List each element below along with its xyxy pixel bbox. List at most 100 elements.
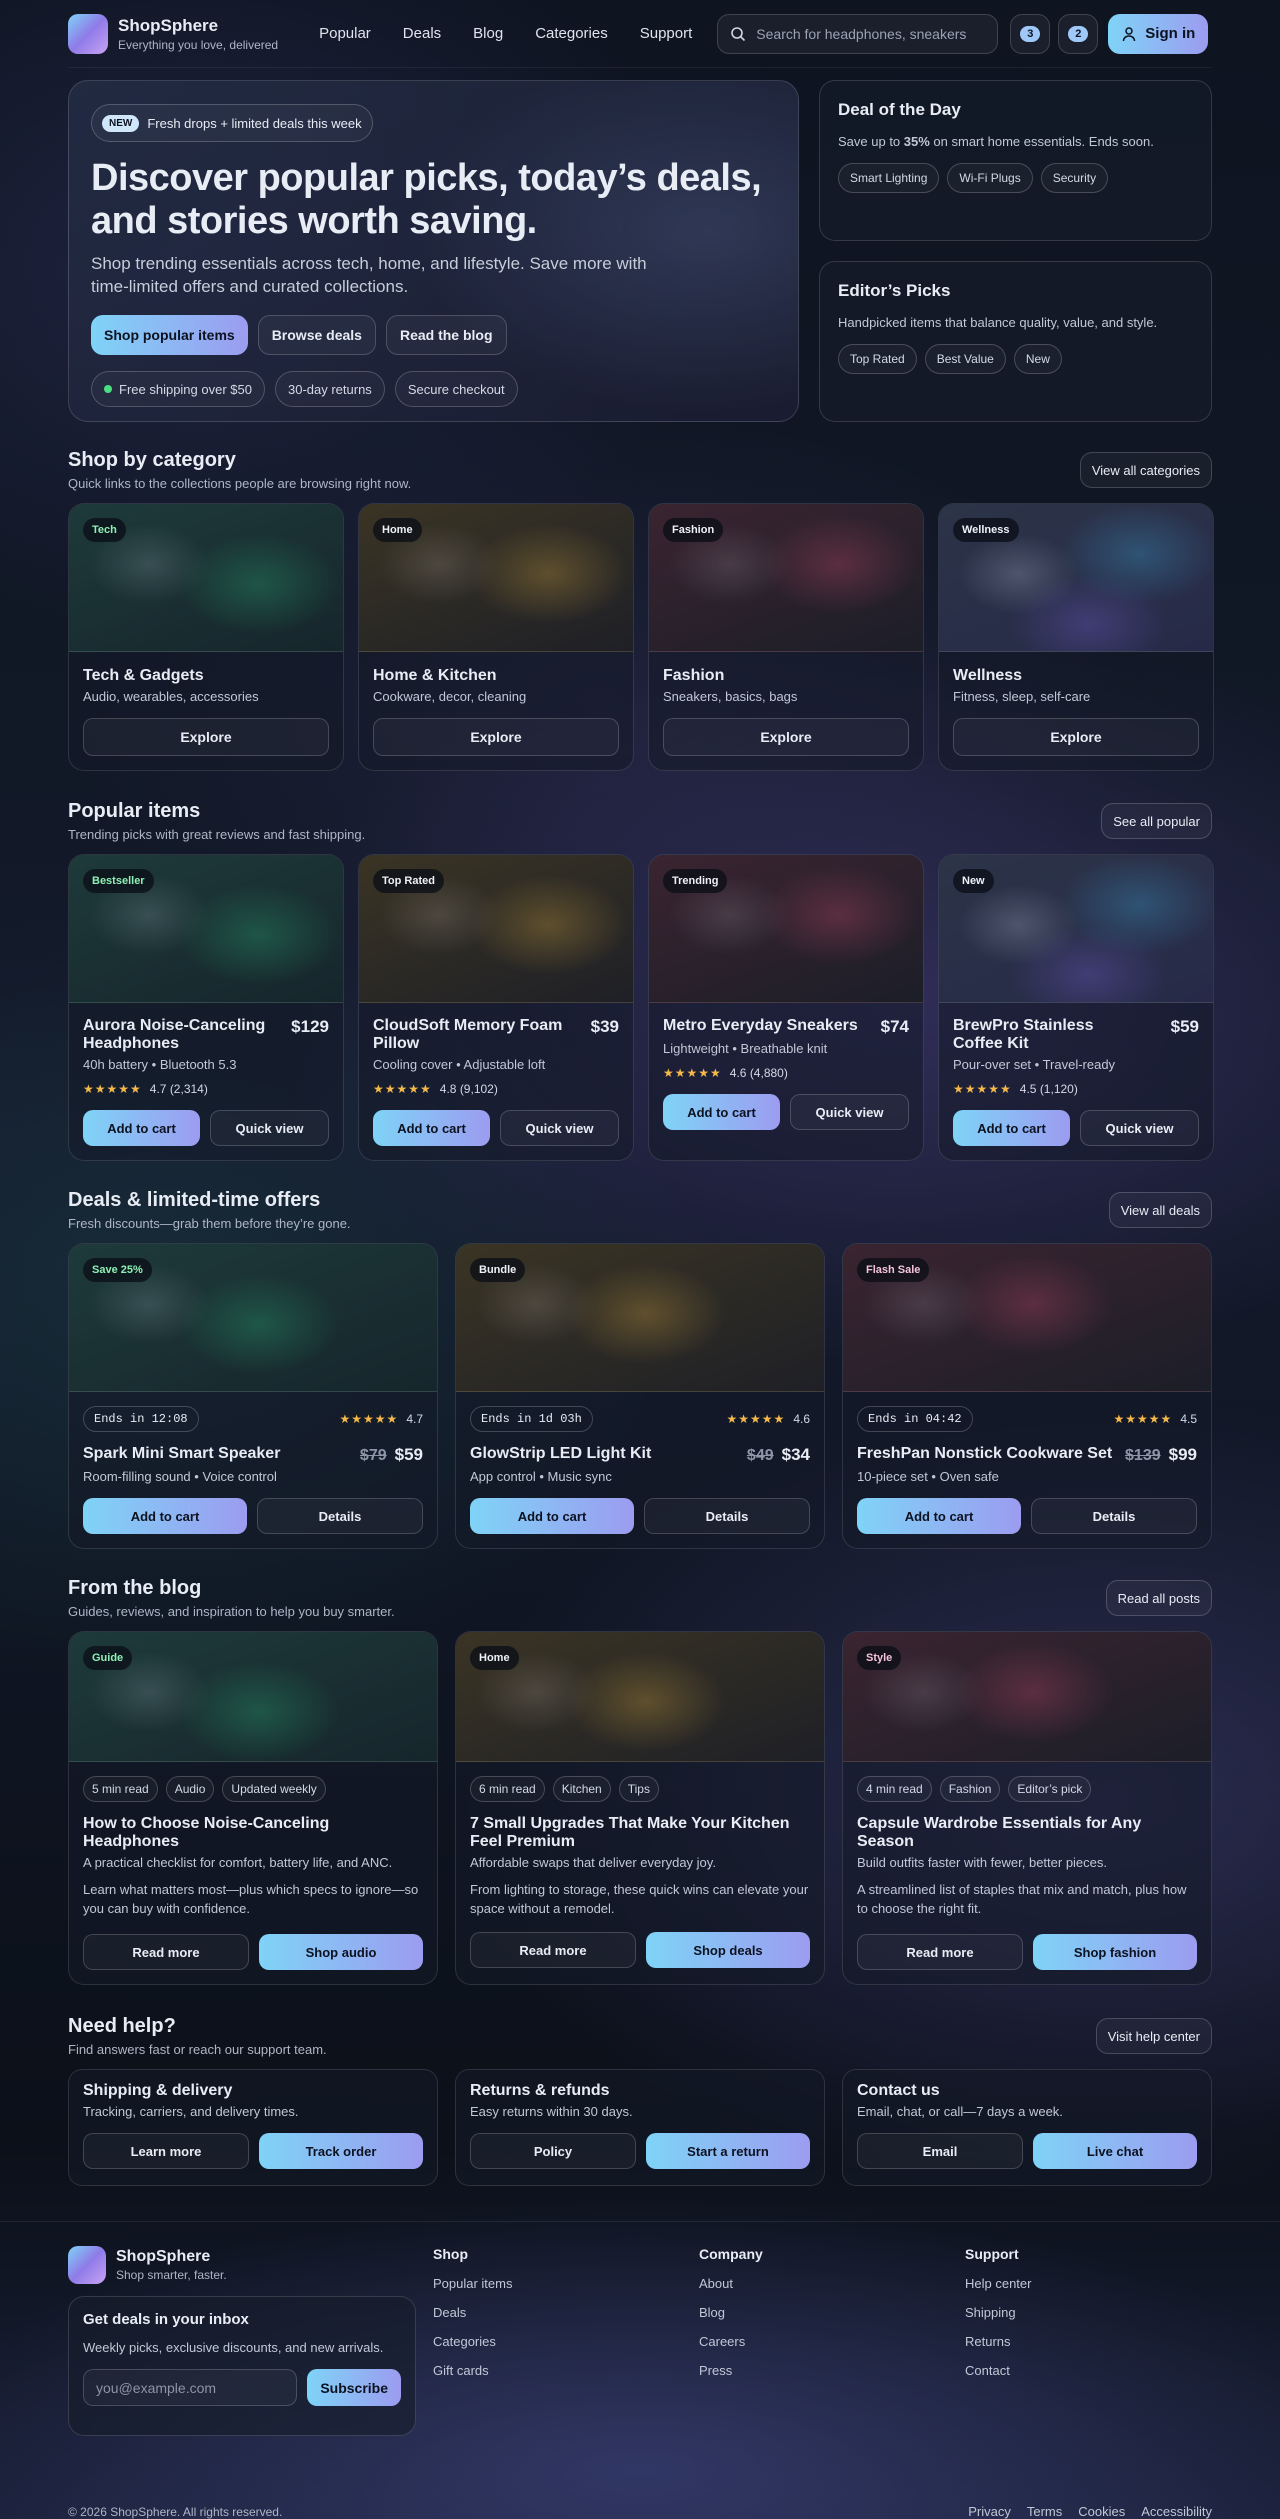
read-all-posts-button[interactable]: Read all posts (1105, 1580, 1212, 1616)
accessibility-link[interactable]: Accessibility (1141, 2504, 1212, 2519)
quick-view-button[interactable]: Quick view (210, 1110, 329, 1146)
explore-button[interactable]: Explore (953, 718, 1199, 756)
footer-link[interactable]: Shipping (965, 2305, 1031, 2320)
nav-deals[interactable]: Deals (403, 25, 441, 42)
brand[interactable]: ShopSphere Everything you love, delivere… (118, 16, 278, 52)
chip-top-rated[interactable]: Top Rated (838, 344, 917, 374)
category-card[interactable]: Home Home & Kitchen Cookware, decor, clean… (358, 503, 634, 771)
footer-link[interactable]: Press (699, 2363, 965, 2378)
new-badge: NEW (102, 114, 140, 132)
product-card[interactable]: Bestseller Aurora Noise-Canceling Headpho… (68, 854, 344, 1161)
footer-logo[interactable] (68, 2246, 106, 2284)
read-more-button[interactable]: Read more (83, 1934, 249, 1970)
footer-link[interactable]: Popular items (433, 2276, 699, 2291)
sign-in-button[interactable]: Sign in (1108, 13, 1209, 54)
explore-button[interactable]: Explore (83, 718, 329, 756)
add-to-cart-button[interactable]: Add to cart (470, 1498, 634, 1534)
learn-more-button[interactable]: Learn more (83, 2133, 249, 2169)
blog-title[interactable]: How to Choose Noise-Canceling Headphones (83, 1815, 423, 1851)
legal-links: Privacy Terms Cookies Accessibility (968, 2504, 1212, 2519)
shop-popular-button[interactable]: Shop popular items (91, 315, 248, 355)
newsletter-email-input[interactable] (83, 2369, 298, 2406)
wishlist-button[interactable]: 3 (1010, 13, 1051, 54)
add-to-cart-button[interactable]: Add to cart (857, 1498, 1021, 1534)
deal-card[interactable]: Flash Sale Ends in 04:42 ★★★★★ 4.5 FreshPan … (842, 1243, 1212, 1549)
blog-card[interactable]: Style 4 min read Fashion Editor’s pick Capsu… (842, 1631, 1212, 1985)
footer-link[interactable]: Help center (965, 2276, 1031, 2291)
shop-deals-button[interactable]: Shop deals (646, 1932, 810, 1968)
product-card[interactable]: New BrewPro Stainless Coffee Kit $59 Pour-o… (938, 854, 1214, 1161)
policy-button[interactable]: Policy (470, 2133, 636, 2169)
view-all-categories-button[interactable]: View all categories (1079, 452, 1212, 488)
footer-link[interactable]: Returns (965, 2334, 1031, 2349)
popular-section: Popular items Trending picks with great r… (68, 800, 1214, 1161)
read-more-button[interactable]: Read more (857, 1934, 1023, 1970)
brand-logo[interactable] (68, 13, 108, 54)
privacy-link[interactable]: Privacy (968, 2504, 1011, 2519)
blog-tag: Style (857, 1646, 902, 1670)
footer-link[interactable]: Blog (699, 2305, 965, 2320)
track-order-button[interactable]: Track order (259, 2133, 423, 2169)
cookies-link[interactable]: Cookies (1078, 2504, 1125, 2519)
footer-link[interactable]: Careers (699, 2334, 965, 2349)
details-button[interactable]: Details (1031, 1498, 1197, 1534)
explore-button[interactable]: Explore (373, 718, 619, 756)
chip-best-value[interactable]: Best Value (924, 344, 1006, 374)
quick-view-button[interactable]: Quick view (1080, 1110, 1199, 1146)
search-input[interactable] (756, 25, 977, 42)
email-button[interactable]: Email (857, 2133, 1023, 2169)
deal-title: FreshPan Nonstick Cookware Set (857, 1445, 1113, 1462)
start-return-button[interactable]: Start a return (646, 2133, 810, 2169)
blog-card[interactable]: Guide 5 min read Audio Updated weekly How to… (68, 1631, 438, 1985)
rating-text: 4.6 (793, 1412, 810, 1426)
category-card[interactable]: Fashion Fashion Sneakers, basics, bags Expl… (648, 503, 924, 771)
chip-new[interactable]: New (1013, 344, 1062, 374)
subscribe-button[interactable]: Subscribe (307, 2369, 401, 2406)
read-blog-button[interactable]: Read the blog (385, 315, 507, 355)
read-more-button[interactable]: Read more (470, 1932, 636, 1968)
blog-title[interactable]: 7 Small Upgrades That Make Your Kitchen … (470, 1815, 810, 1851)
section-header: Deals & limited-time offers Fresh discoun… (68, 1189, 1212, 1231)
footer-link[interactable]: Gift cards (433, 2363, 699, 2378)
terms-link[interactable]: Terms (1027, 2504, 1062, 2519)
footer-link[interactable]: Contact (965, 2363, 1031, 2378)
view-all-deals-button[interactable]: View all deals (1108, 1192, 1212, 1228)
chip-wifi-plugs[interactable]: Wi-Fi Plugs (947, 163, 1033, 193)
quick-view-button[interactable]: Quick view (500, 1110, 619, 1146)
explore-button[interactable]: Explore (663, 718, 909, 756)
add-to-cart-button[interactable]: Add to cart (83, 1498, 247, 1534)
nav-blog[interactable]: Blog (473, 25, 503, 42)
nav-categories[interactable]: Categories (535, 25, 608, 42)
quick-view-button[interactable]: Quick view (790, 1094, 909, 1130)
category-card[interactable]: Tech Tech & Gadgets Audio, wearables, acce… (68, 503, 344, 771)
footer-link[interactable]: About (699, 2276, 965, 2291)
visit-help-center-button[interactable]: Visit help center (1095, 2018, 1212, 2054)
blog-card[interactable]: Home 6 min read Kitchen Tips 7 Small Upgrade… (455, 1631, 825, 1985)
product-card[interactable]: Top Rated CloudSoft Memory Foam Pillow $39… (358, 854, 634, 1161)
rating-text: 4.5 (1180, 1412, 1197, 1426)
shop-audio-button[interactable]: Shop audio (259, 1934, 423, 1970)
footer-link[interactable]: Categories (433, 2334, 699, 2349)
add-to-cart-button[interactable]: Add to cart (373, 1110, 490, 1146)
blog-title[interactable]: Capsule Wardrobe Essentials for Any Seas… (857, 1815, 1197, 1851)
footer-brand-col: ShopSphere Shop smarter, faster. Get deal… (68, 2246, 433, 2436)
footer-link[interactable]: Deals (433, 2305, 699, 2320)
chip-security[interactable]: Security (1040, 163, 1109, 193)
browse-deals-button[interactable]: Browse deals (257, 315, 376, 355)
deal-card[interactable]: Bundle Ends in 1d 03h ★★★★★ 4.6 GlowStrip LE… (455, 1243, 825, 1549)
nav-support[interactable]: Support (640, 25, 693, 42)
category-card[interactable]: Wellness Wellness Fitness, sleep, self-car… (938, 503, 1214, 771)
add-to-cart-button[interactable]: Add to cart (83, 1110, 200, 1146)
details-button[interactable]: Details (257, 1498, 423, 1534)
cart-button[interactable]: 2 (1058, 13, 1099, 54)
live-chat-button[interactable]: Live chat (1033, 2133, 1197, 2169)
deal-card[interactable]: Save 25% Ends in 12:08 ★★★★★ 4.7 Spark Mini … (68, 1243, 438, 1549)
add-to-cart-button[interactable]: Add to cart (953, 1110, 1070, 1146)
nav-popular[interactable]: Popular (319, 25, 371, 42)
add-to-cart-button[interactable]: Add to cart (663, 1094, 780, 1130)
see-all-popular-button[interactable]: See all popular (1101, 803, 1212, 839)
chip-smart-lighting[interactable]: Smart Lighting (838, 163, 940, 193)
details-button[interactable]: Details (644, 1498, 810, 1534)
shop-fashion-button[interactable]: Shop fashion (1033, 1934, 1197, 1970)
product-card[interactable]: Trending Metro Everyday Sneakers $74 Lightw… (648, 854, 924, 1161)
